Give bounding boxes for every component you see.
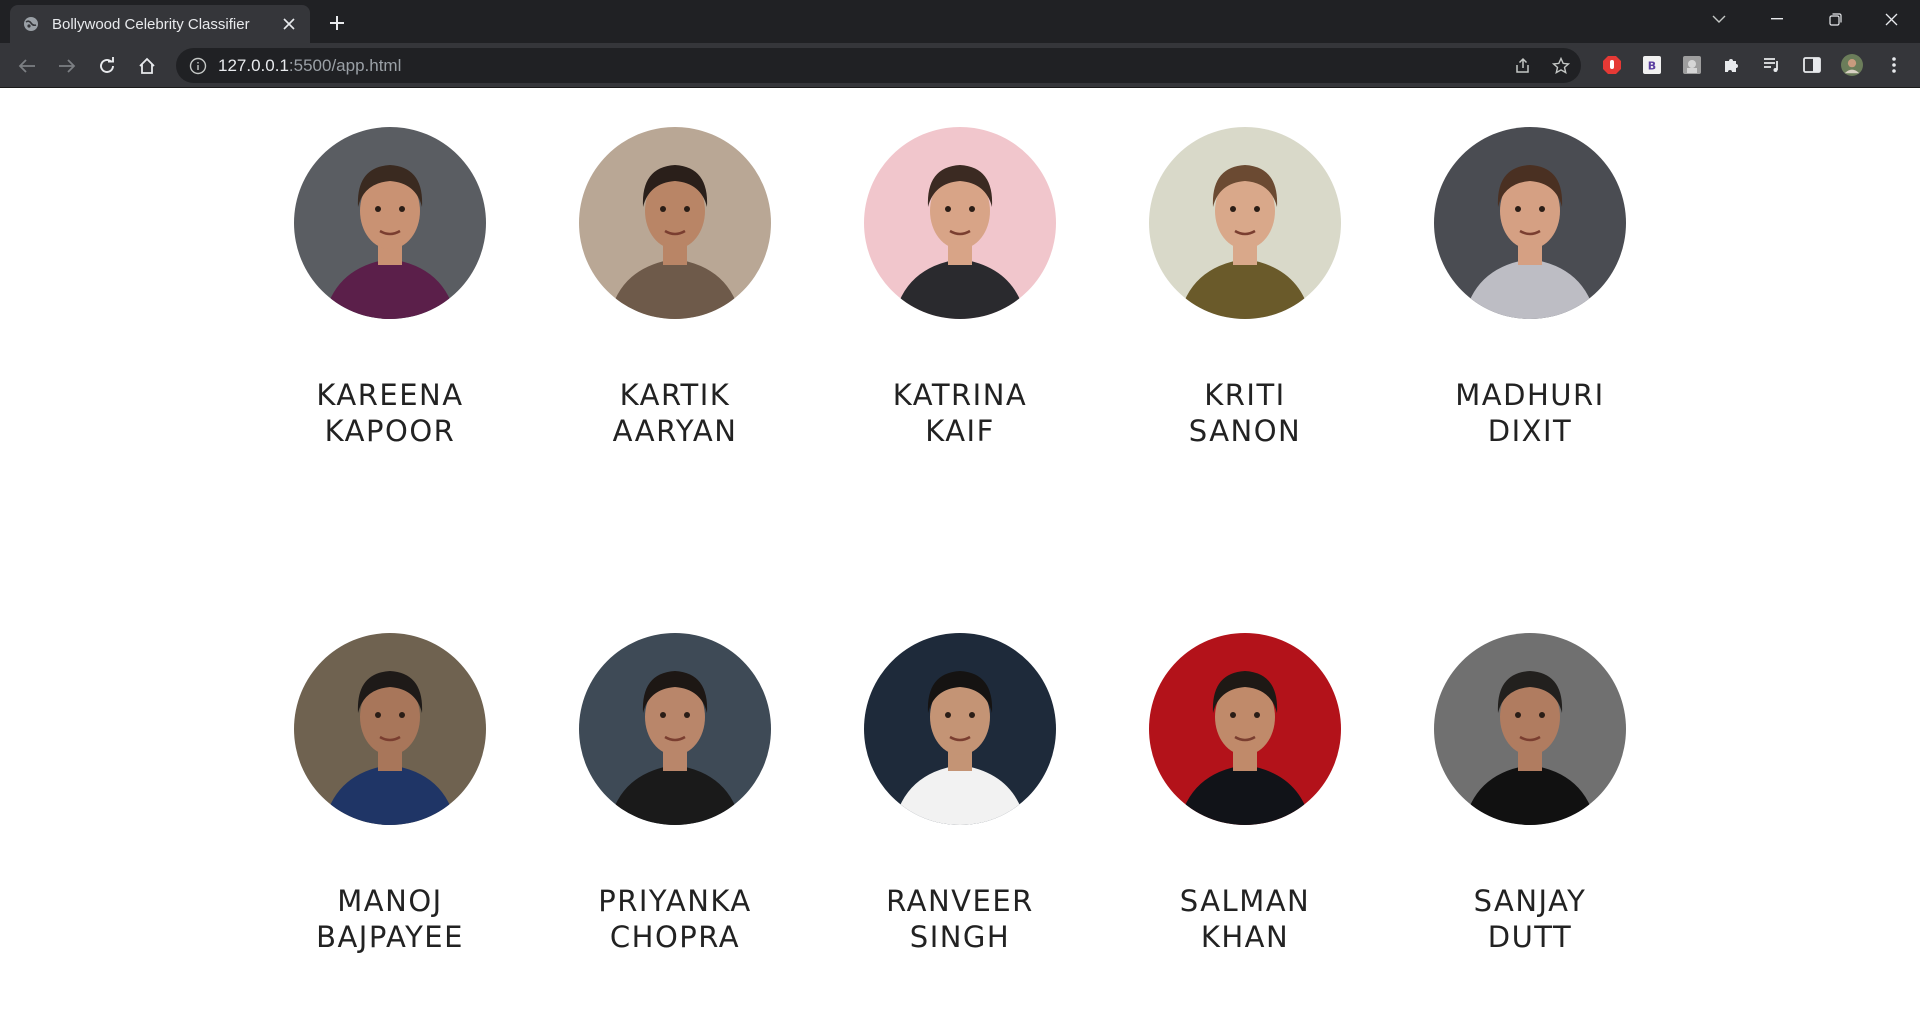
celebrity-photo[interactable] [1434, 633, 1626, 825]
celebrity-card: SANJAY DUTT [1430, 633, 1630, 955]
adblock-extension-icon[interactable] [1601, 54, 1623, 76]
bookmark-star-icon[interactable] [1550, 55, 1572, 77]
media-queue-icon[interactable] [1761, 54, 1783, 76]
globe-icon [22, 15, 40, 33]
celebrity-last-name: KHAN [1200, 920, 1290, 954]
celebrity-name: KRITI SANON [1145, 377, 1345, 449]
celebrity-last-name: SANON [1188, 414, 1302, 448]
reload-icon[interactable] [92, 51, 122, 81]
puzzle-extensions-icon[interactable] [1721, 54, 1743, 76]
browser-tab[interactable]: Bollywood Celebrity Classifier [10, 5, 310, 43]
back-arrow-icon[interactable] [12, 51, 42, 81]
site-info-icon[interactable] [189, 57, 207, 75]
celebrity-first-name: SALMAN [1179, 884, 1311, 918]
celebrity-photo[interactable] [864, 633, 1056, 825]
celebrity-photo[interactable] [1149, 127, 1341, 319]
celebrity-card: RANVEER SINGH [860, 633, 1060, 955]
celebrity-name: PRIYANKA CHOPRA [575, 883, 775, 955]
bootstrap-extension-icon[interactable]: B [1641, 54, 1663, 76]
url-host: 127.0.0.1 [218, 56, 289, 75]
celebrity-name: MADHURI DIXIT [1430, 377, 1630, 449]
celebrity-name: SALMAN KHAN [1145, 883, 1345, 955]
celebrity-last-name: SINGH [909, 920, 1011, 954]
celebrity-first-name: KRITI [1204, 378, 1286, 412]
image-extension-icon[interactable] [1681, 54, 1703, 76]
celebrity-card: KRITI SANON [1145, 127, 1345, 449]
url-text[interactable]: 127.0.0.1:5500/app.html [218, 48, 401, 83]
celebrity-photo[interactable] [579, 127, 771, 319]
celebrity-photo[interactable] [1149, 633, 1341, 825]
close-window-icon[interactable] [1862, 0, 1920, 38]
home-icon[interactable] [132, 51, 162, 81]
celebrity-last-name: BAJPAYEE [316, 920, 464, 954]
celebrity-name: KARTIK AARYAN [575, 377, 775, 449]
celebrity-card: KAREENA KAPOOR [290, 127, 490, 449]
celebrity-photo[interactable] [579, 633, 771, 825]
celebrity-first-name: MADHURI [1455, 378, 1605, 412]
new-tab-button[interactable] [324, 10, 350, 36]
celebrity-photo[interactable] [1434, 127, 1626, 319]
profile-avatar-icon[interactable] [1841, 54, 1863, 76]
tab-title: Bollywood Celebrity Classifier [52, 15, 250, 33]
celebrity-card: MANOJ BAJPAYEE [290, 633, 490, 955]
address-bar[interactable]: 127.0.0.1:5500/app.html [176, 48, 1581, 83]
celebrity-last-name: CHOPRA [609, 920, 741, 954]
celebrity-last-name: KAPOOR [324, 414, 456, 448]
svg-text:B: B [1648, 60, 1656, 73]
restore-icon[interactable] [1806, 0, 1864, 38]
celebrity-photo[interactable] [864, 127, 1056, 319]
celebrity-first-name: PRIYANKA [598, 884, 752, 918]
celebrity-first-name: MANOJ [337, 884, 443, 918]
minimize-icon[interactable] [1748, 0, 1806, 38]
celebrity-card: KATRINA KAIF [860, 127, 1060, 449]
celebrity-name: KAREENA KAPOOR [290, 377, 490, 449]
page-content: KAREENA KAPOOR KARTIK AARYAN KATRINA KAIF KRIT… [0, 89, 1920, 1020]
share-icon[interactable] [1512, 55, 1534, 77]
celebrity-first-name: KATRINA [892, 378, 1028, 412]
celebrity-photo[interactable] [294, 127, 486, 319]
celebrity-name: RANVEER SINGH [860, 883, 1060, 955]
url-path: :5500/app.html [288, 56, 402, 75]
celebrity-last-name: AARYAN [612, 414, 738, 448]
celebrity-last-name: DIXIT [1487, 414, 1573, 448]
celebrity-card: MADHURI DIXIT [1430, 127, 1630, 449]
celebrity-first-name: SANJAY [1473, 884, 1587, 918]
celebrity-first-name: KAREENA [316, 378, 464, 412]
celebrity-name: MANOJ BAJPAYEE [290, 883, 490, 955]
browser-tab-strip: Bollywood Celebrity Classifier [0, 0, 1920, 43]
close-tab-icon[interactable] [280, 15, 298, 33]
celebrity-last-name: KAIF [925, 414, 995, 448]
celebrity-first-name: RANVEER [886, 884, 1034, 918]
celebrity-last-name: DUTT [1487, 920, 1573, 954]
celebrity-name: KATRINA KAIF [860, 377, 1060, 449]
celebrity-card: PRIYANKA CHOPRA [575, 633, 775, 955]
celebrity-card: SALMAN KHAN [1145, 633, 1345, 955]
celebrity-photo[interactable] [294, 633, 486, 825]
menu-dots-icon[interactable] [1883, 54, 1905, 76]
forward-arrow-icon[interactable] [52, 51, 82, 81]
celebrity-card: KARTIK AARYAN [575, 127, 775, 449]
browser-toolbar: 127.0.0.1:5500/app.html [0, 43, 1920, 88]
celebrity-name: SANJAY DUTT [1430, 883, 1630, 955]
celebrity-first-name: KARTIK [619, 378, 731, 412]
side-panel-icon[interactable] [1801, 54, 1823, 76]
tab-search-icon[interactable] [1690, 0, 1748, 38]
